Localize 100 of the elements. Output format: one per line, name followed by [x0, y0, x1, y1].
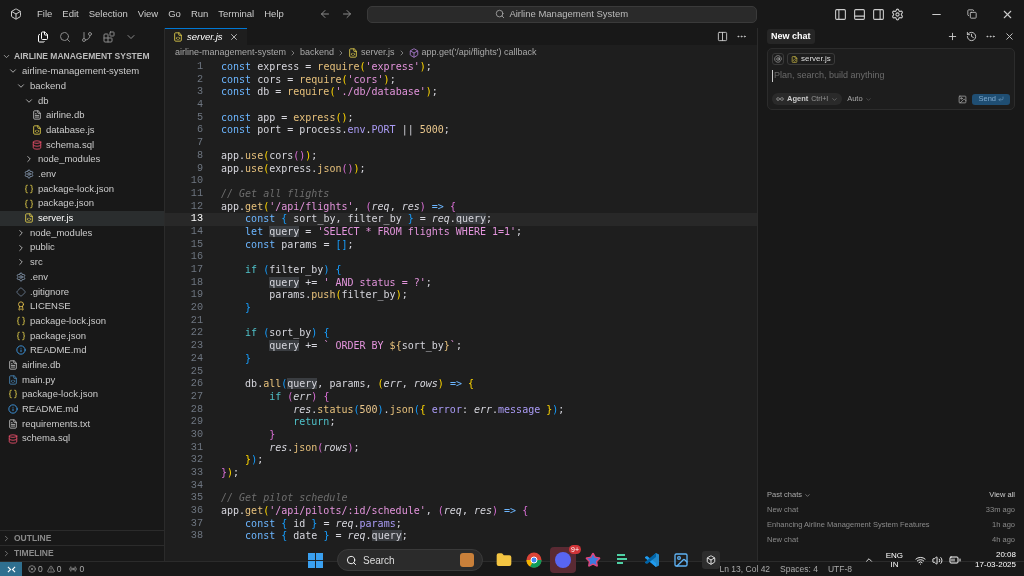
- windows-start-icon[interactable]: [308, 552, 323, 568]
- tree-item[interactable]: package-lock.json: [0, 387, 164, 402]
- app-icon[interactable]: [701, 551, 720, 569]
- tree-item[interactable]: .env: [0, 166, 164, 182]
- gear-icon: [16, 271, 26, 282]
- menu-item[interactable]: View: [132, 6, 164, 22]
- line-number: 21: [189, 314, 203, 328]
- speaker-icon[interactable]: [932, 554, 944, 566]
- image-icon[interactable]: [958, 94, 968, 104]
- mention-button[interactable]: [772, 53, 784, 65]
- code-line: return;: [292, 416, 336, 429]
- breadcrumb-item[interactable]: backend: [300, 46, 335, 60]
- code-line: query += ' AND status = ?';: [268, 276, 432, 290]
- line-number: 9: [195, 162, 203, 176]
- code-line: params.push(filter_by);: [268, 289, 408, 303]
- browser-icon[interactable]: [525, 552, 542, 568]
- settings-icon[interactable]: [891, 7, 904, 21]
- menu-item[interactable]: Run: [185, 6, 214, 22]
- tree-item[interactable]: schema.sql: [0, 137, 164, 153]
- explorer-icon[interactable]: [37, 30, 49, 43]
- tree-item[interactable]: package-lock.json: [0, 181, 164, 197]
- menu-item[interactable]: Go: [163, 6, 186, 22]
- chat-tab[interactable]: New chat: [767, 28, 815, 45]
- language-indicator[interactable]: ENG IN: [885, 551, 904, 569]
- breadcrumb-item[interactable]: app.get('/api/flights') callback: [421, 46, 537, 60]
- wifi-icon[interactable]: [915, 554, 927, 566]
- tree-item[interactable]: src: [0, 254, 164, 270]
- line-number: 22: [189, 327, 203, 341]
- section-header[interactable]: TIMELINE: [0, 545, 164, 560]
- code-line: res.status(500).json({ error: err.message });: [292, 403, 565, 417]
- back-icon[interactable]: [318, 8, 331, 20]
- chat-app-icon[interactable]: [555, 552, 571, 568]
- battery-icon[interactable]: [949, 554, 962, 566]
- section-header[interactable]: AIRLINE MANAGEMENT SYSTEM: [0, 48, 164, 64]
- tree-item[interactable]: README.md: [0, 401, 164, 417]
- tree-item[interactable]: .env: [0, 269, 164, 285]
- tree-item[interactable]: node_modules: [0, 225, 164, 241]
- tree-item[interactable]: airline-management-system: [0, 64, 164, 79]
- menu-item[interactable]: Edit: [57, 6, 84, 22]
- tree-item[interactable]: .gitignore: [0, 284, 164, 299]
- tree-item[interactable]: server.js: [0, 210, 164, 226]
- clock[interactable]: 20:08 17-03-2025: [975, 550, 1016, 570]
- status-item[interactable]: UTF-8: [827, 562, 852, 576]
- source-control-icon[interactable]: [81, 30, 93, 43]
- tree-item[interactable]: requirements.txt: [0, 416, 164, 432]
- ports-count[interactable]: 0: [79, 562, 85, 576]
- panel-bottom-icon[interactable]: [853, 7, 866, 21]
- folder-icon[interactable]: [496, 552, 512, 568]
- photos-icon[interactable]: [673, 552, 689, 568]
- split-editor-icon[interactable]: [717, 31, 728, 42]
- star-icon[interactable]: [584, 552, 601, 568]
- status-item[interactable]: Ln 13, Col 42: [719, 562, 771, 576]
- info-icon: [8, 404, 18, 415]
- tree-item[interactable]: package-lock.json: [0, 313, 164, 329]
- status-item[interactable]: Spaces: 4: [780, 562, 818, 576]
- chat-input[interactable]: Plan, search, build anything: [772, 70, 1010, 82]
- menu-item[interactable]: Selection: [83, 6, 133, 22]
- js-file-icon: [348, 48, 359, 58]
- search-icon[interactable]: [59, 30, 71, 43]
- breadcrumb-item[interactable]: server.js: [361, 46, 395, 60]
- close-icon[interactable]: [229, 32, 239, 42]
- taskbar-search[interactable]: Search: [337, 549, 483, 571]
- line-number: 3: [195, 86, 203, 100]
- tree-item[interactable]: main.py: [0, 372, 164, 388]
- plus-icon[interactable]: [947, 31, 958, 42]
- command-center[interactable]: Airline Management System: [366, 5, 757, 23]
- remote-button[interactable]: [0, 562, 22, 576]
- chevron-up-icon[interactable]: [863, 555, 874, 565]
- tree-item[interactable]: package.json: [0, 328, 164, 344]
- close-icon[interactable]: [1004, 31, 1015, 42]
- history-icon[interactable]: [966, 31, 977, 42]
- tree-item[interactable]: package.json: [0, 196, 164, 211]
- tree-item[interactable]: backend: [0, 78, 164, 94]
- panel-right-icon[interactable]: [872, 7, 885, 21]
- line-number: 2: [195, 73, 203, 87]
- forward-icon[interactable]: [340, 8, 353, 20]
- context-chip[interactable]: server.js: [787, 53, 835, 65]
- warning-count[interactable]: 0: [56, 562, 62, 576]
- extensions-icon[interactable]: [103, 30, 115, 43]
- tree-item[interactable]: schema.sql: [0, 431, 164, 446]
- menu-item[interactable]: Terminal: [213, 6, 260, 22]
- panel-left-icon[interactable]: [834, 7, 847, 21]
- restore-icon[interactable]: [967, 9, 977, 19]
- section-header[interactable]: OUTLINE: [0, 530, 164, 545]
- tree-item[interactable]: node_modules: [0, 152, 164, 167]
- code-editor-icon[interactable]: [643, 552, 660, 568]
- tree-item[interactable]: database.js: [0, 122, 164, 138]
- tree-item[interactable]: README.md: [0, 343, 164, 358]
- tree-item[interactable]: public: [0, 240, 164, 255]
- error-count[interactable]: 0: [38, 562, 43, 576]
- editor-tab[interactable]: server.js: [165, 28, 247, 45]
- menu-item[interactable]: File: [32, 6, 58, 22]
- tree-item[interactable]: db: [0, 93, 164, 109]
- chevron-right-icon: [24, 154, 34, 165]
- remote-icon: [6, 564, 16, 574]
- tree-item[interactable]: airline.db: [0, 108, 164, 123]
- menu-item[interactable]: Help: [259, 6, 289, 22]
- breadcrumb-item[interactable]: airline-management-system: [175, 46, 287, 60]
- tree-item[interactable]: LICENSE: [0, 299, 164, 314]
- tree-item[interactable]: airline.db: [0, 357, 164, 373]
